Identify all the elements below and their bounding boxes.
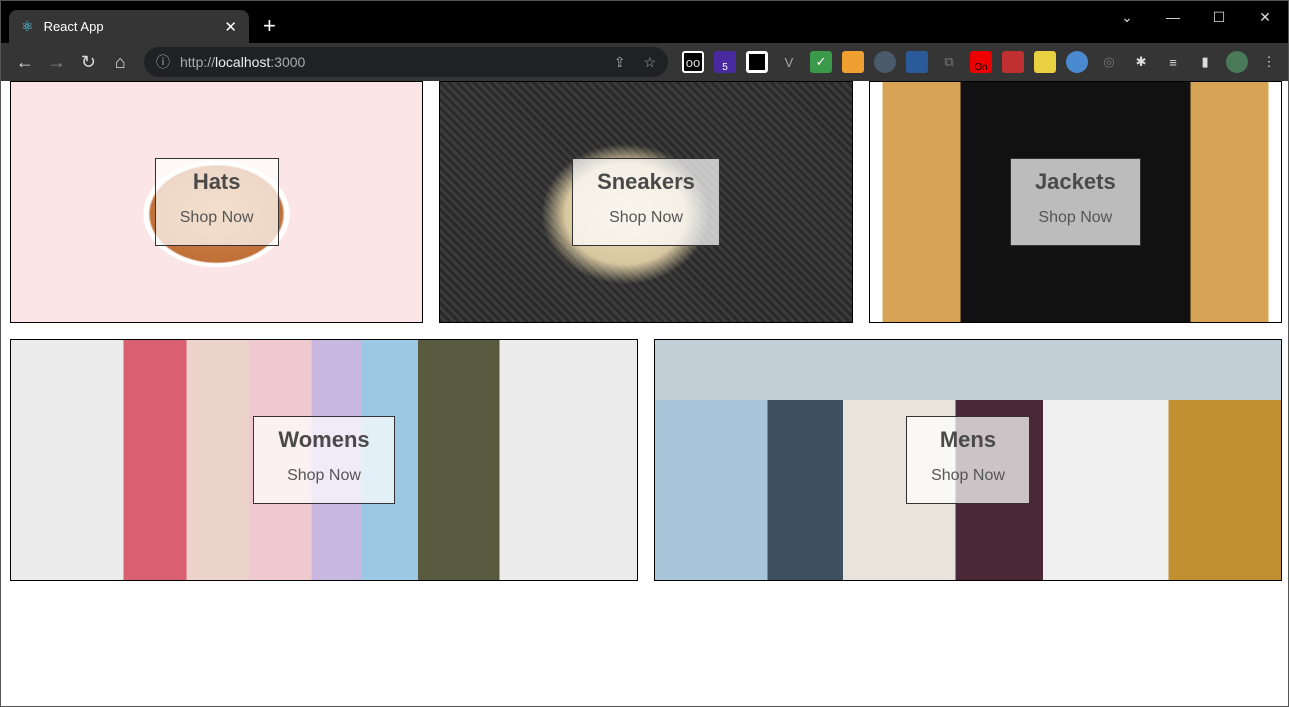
menu-icon[interactable]: ⋮ <box>1258 51 1280 73</box>
category-card-jackets[interactable]: Jackets Shop Now <box>868 81 1282 323</box>
new-tab-button[interactable]: + <box>263 13 276 39</box>
extension-icon[interactable]: oo <box>682 51 705 73</box>
reload-icon[interactable]: ↻ <box>73 52 105 73</box>
category-card-mens[interactable]: Mens Shop Now <box>654 339 1282 581</box>
react-logo-icon: ⚛ <box>21 18 34 34</box>
category-label[interactable]: Hats Shop Now <box>154 158 279 246</box>
info-icon: ⓘ <box>156 54 170 70</box>
url-scheme: http:// <box>180 54 216 70</box>
bookmark-star-icon[interactable]: ☆ <box>643 54 656 71</box>
media-queue-icon[interactable]: ≡ <box>1162 51 1184 73</box>
url-host: localhost <box>215 54 271 70</box>
extension-icon[interactable] <box>1002 51 1025 73</box>
extension-icon[interactable]: 5 <box>714 51 737 73</box>
share-icon[interactable]: ⇪ <box>614 54 626 71</box>
minimize-button[interactable]: — <box>1150 1 1196 33</box>
category-title: Womens <box>278 427 370 452</box>
extension-icon[interactable] <box>746 51 769 73</box>
profile-avatar[interactable] <box>1226 51 1249 73</box>
address-bar[interactable]: ⓘ http://localhost:3000 ⇪ ☆ <box>144 47 669 77</box>
category-directory: Hats Shop Now Sneakers Shop Now Jackets … <box>10 81 1282 597</box>
shop-now-link[interactable]: Shop Now <box>278 467 369 485</box>
category-label[interactable]: Mens Shop Now <box>906 416 1030 504</box>
extension-icon[interactable] <box>1034 51 1057 73</box>
extension-icon[interactable]: ◎ <box>1098 51 1120 73</box>
shop-now-link[interactable]: Shop Now <box>931 467 1005 485</box>
extension-icon[interactable]: V <box>778 51 800 73</box>
category-title: Jackets <box>1034 169 1116 194</box>
back-icon[interactable]: ← <box>9 52 41 73</box>
browser-toolbar: ← → ↻ ⌂ ⓘ http://localhost:3000 ⇪ ☆ oo 5 … <box>1 43 1288 81</box>
browser-tab[interactable]: ⚛ React App ✕ <box>9 10 249 43</box>
tab-search-icon[interactable]: ⌄ <box>1104 1 1150 33</box>
category-card-sneakers[interactable]: Sneakers Shop Now <box>439 81 853 323</box>
puzzle-extensions-icon[interactable]: ✱ <box>1130 51 1152 73</box>
shop-now-link[interactable]: Shop Now <box>180 209 254 227</box>
category-label[interactable]: Womens Shop Now <box>253 416 395 504</box>
title-bar: ⚛ React App ✕ + ⌄ — ☐ ✕ <box>1 1 1288 43</box>
category-title: Mens <box>939 427 997 452</box>
extension-icon[interactable] <box>874 51 897 73</box>
forward-icon[interactable]: → <box>41 52 73 73</box>
shop-now-link[interactable]: Shop Now <box>597 209 695 227</box>
home-icon[interactable]: ⌂ <box>104 52 136 73</box>
category-card-womens[interactable]: Womens Shop Now <box>10 339 638 581</box>
extension-icon[interactable] <box>842 51 865 73</box>
maximize-button[interactable]: ☐ <box>1196 1 1242 33</box>
close-window-button[interactable]: ✕ <box>1242 1 1288 33</box>
category-label[interactable]: Sneakers Shop Now <box>572 158 720 246</box>
close-tab-icon[interactable]: ✕ <box>224 18 237 36</box>
category-card-hats[interactable]: Hats Shop Now <box>10 81 424 323</box>
extension-icon[interactable] <box>906 51 929 73</box>
extension-icon[interactable] <box>1066 51 1089 73</box>
extension-icon[interactable]: ⧉ <box>938 51 960 73</box>
shop-now-link[interactable]: Shop Now <box>1035 209 1116 227</box>
category-label[interactable]: Jackets Shop Now <box>1009 158 1141 246</box>
extension-icon[interactable]: On <box>970 51 993 73</box>
tab-title: React App <box>43 19 104 34</box>
shield-extension-icon[interactable]: ✓ <box>810 51 833 73</box>
side-panel-icon[interactable]: ▮ <box>1194 51 1216 73</box>
category-title: Sneakers <box>597 169 695 194</box>
category-title: Hats <box>192 169 241 194</box>
url-port: :3000 <box>270 54 306 70</box>
